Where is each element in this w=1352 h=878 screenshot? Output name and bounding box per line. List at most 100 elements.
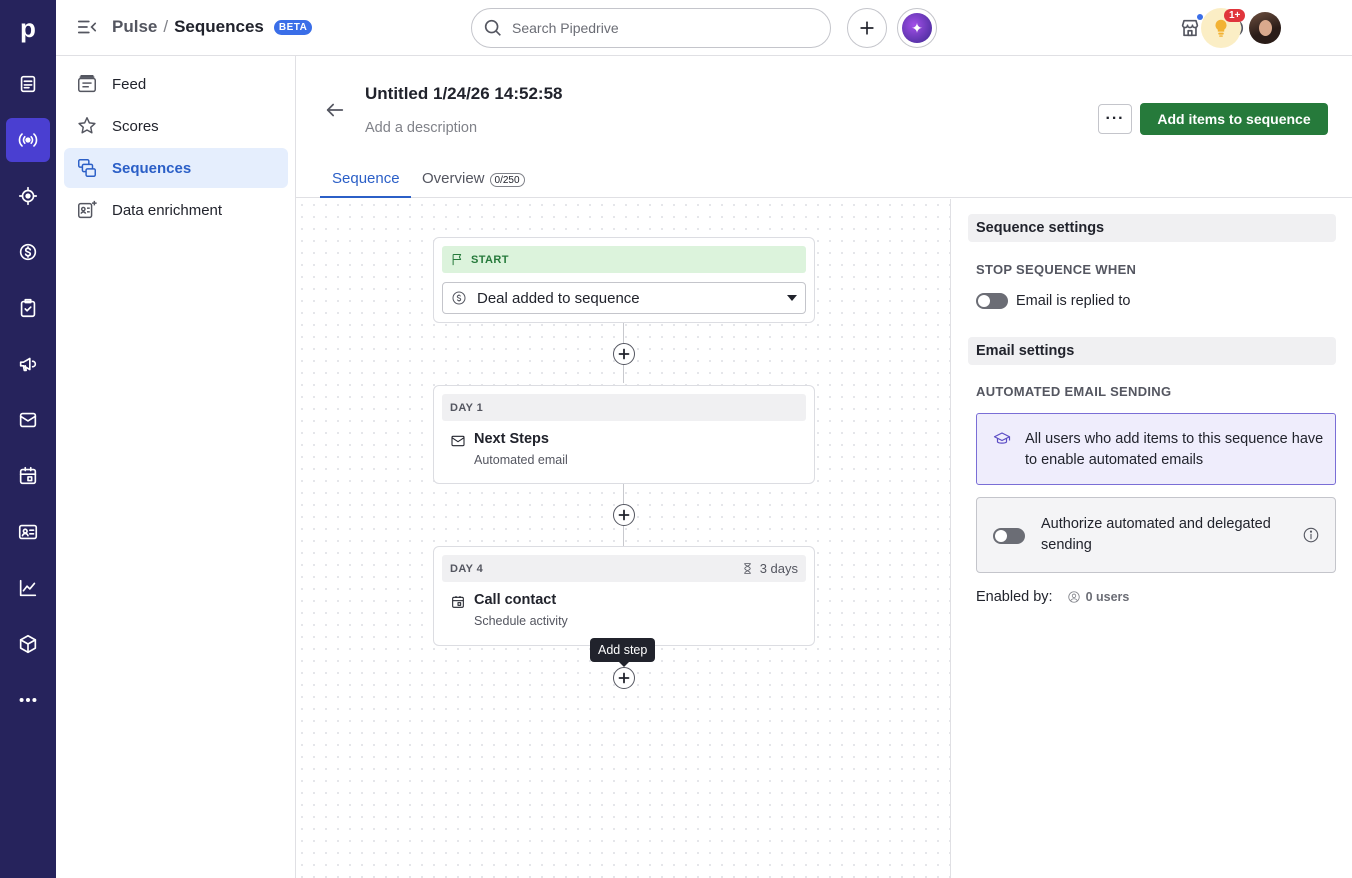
deal-icon — [452, 291, 466, 305]
search-icon — [484, 19, 501, 36]
data-enrichment-icon — [78, 200, 97, 219]
start-label: START — [471, 253, 509, 266]
feed-icon — [78, 75, 96, 93]
tasks-icon[interactable] — [6, 286, 50, 330]
breadcrumb-separator: / — [163, 17, 169, 36]
more-actions-button[interactable]: ··· — [1098, 104, 1132, 134]
tab-bar: Sequence Overview 0/250 — [296, 160, 1352, 198]
step-subtitle: Schedule activity — [474, 614, 568, 628]
enabled-by-label: Enabled by: — [976, 589, 1053, 605]
wait-duration: 3 days — [741, 561, 798, 576]
sidebar-item-sequences[interactable]: Sequences — [64, 148, 288, 188]
deals-icon[interactable] — [6, 230, 50, 274]
sequence-title[interactable]: Untitled 1/24/26 14:52:58 — [365, 84, 562, 104]
start-card: START Deal added to sequence — [433, 237, 815, 323]
overview-count-badge: 0/250 — [489, 173, 525, 187]
sidebar-item-label: Sequences — [112, 159, 192, 177]
tab-label: Overview — [422, 170, 485, 187]
sidebar-item-label: Scores — [112, 117, 159, 135]
step-title: Call contact — [474, 592, 557, 608]
settings-panel: Sequence settings STOP SEQUENCE WHEN Ema… — [952, 199, 1352, 878]
tab-label: Sequence — [332, 170, 400, 187]
graduation-cap-icon — [993, 432, 1011, 444]
day-label: DAY 4 — [450, 562, 484, 575]
stop-sequence-label: STOP SEQUENCE WHEN — [976, 262, 1137, 277]
email-replied-toggle[interactable] — [976, 293, 1008, 309]
focus-icon[interactable] — [6, 174, 50, 218]
mail-icon — [451, 435, 465, 447]
plus-icon — [860, 21, 874, 35]
beta-badge: BETA — [273, 19, 313, 35]
app-rail: p — [0, 0, 56, 878]
description-field[interactable]: Add a description — [365, 120, 477, 136]
pipedrive-logo[interactable]: p — [0, 0, 56, 56]
back-arrow-icon[interactable] — [324, 99, 348, 123]
breadcrumb-parent[interactable]: Pulse — [112, 17, 157, 37]
sparkle-icon: ✦ — [902, 13, 932, 43]
authorize-sending-toggle[interactable] — [993, 528, 1025, 544]
enabled-users[interactable]: 0 users — [1067, 590, 1130, 604]
products-icon[interactable] — [6, 622, 50, 666]
plus-icon — [618, 348, 630, 360]
authorize-sending-box: Authorize automated and delegated sendin… — [976, 497, 1336, 573]
plus-icon — [618, 509, 630, 521]
step-card[interactable]: DAY 1 Next Steps Automated email — [433, 385, 815, 484]
day-label: DAY 1 — [450, 401, 484, 414]
pulse-icon[interactable] — [6, 118, 50, 162]
calendar-icon[interactable] — [6, 454, 50, 498]
sequence-settings-header: Sequence settings — [968, 214, 1336, 242]
sequence-canvas[interactable]: START Deal added to sequence DAY 1 Next … — [296, 199, 951, 878]
insights-icon[interactable] — [6, 566, 50, 610]
tab-overview[interactable]: Overview 0/250 — [422, 160, 525, 198]
info-icon[interactable] — [1302, 526, 1320, 544]
add-step-button[interactable] — [613, 504, 635, 526]
flag-icon — [452, 254, 462, 266]
info-text: All users who add items to this sequence… — [1025, 431, 1324, 468]
breadcrumb-current: Sequences — [174, 17, 264, 36]
pulse-sidebar: Feed Scores Sequences Data enrichment — [56, 56, 296, 878]
leads-icon[interactable] — [6, 62, 50, 106]
sidebar-item-label: Feed — [112, 75, 147, 93]
hourglass-icon — [743, 563, 751, 574]
tab-sequence[interactable]: Sequence — [320, 160, 411, 198]
trigger-select[interactable]: Deal added to sequence — [442, 282, 806, 314]
more-icon[interactable] — [6, 678, 50, 722]
quick-add-button[interactable] — [847, 8, 887, 48]
collapse-menu-icon[interactable] — [76, 16, 100, 40]
mail-icon[interactable] — [6, 398, 50, 442]
campaigns-icon[interactable] — [6, 342, 50, 386]
email-settings-header: Email settings — [968, 337, 1336, 365]
trigger-value: Deal added to sequence — [477, 289, 640, 307]
sidebar-item-label: Data enrichment — [112, 201, 223, 219]
email-replied-label: Email is replied to — [1016, 293, 1131, 309]
authorize-sending-label: Authorize automated and delegated sendin… — [1041, 516, 1271, 553]
plus-icon — [618, 672, 630, 684]
enabled-users-count: 0 users — [1085, 590, 1130, 604]
search-input[interactable] — [512, 20, 812, 36]
sidebar-item-feed[interactable]: Feed — [64, 64, 288, 104]
ai-assistant-button[interactable]: ✦ — [897, 8, 937, 48]
add-step-button[interactable] — [613, 343, 635, 365]
calendar-icon — [452, 596, 464, 608]
enabled-by: Enabled by: 0 users — [976, 589, 1129, 605]
sidebar-item-scores[interactable]: Scores — [64, 106, 288, 146]
automated-email-info: All users who add items to this sequence… — [976, 413, 1336, 485]
add-step-button[interactable] — [613, 667, 635, 689]
start-header: START — [442, 246, 806, 273]
sequences-icon — [78, 159, 96, 177]
step-day-header: DAY 4 3 days — [442, 555, 806, 582]
add-items-to-sequence-button[interactable]: Add items to sequence — [1140, 103, 1328, 135]
marketplace-icon[interactable] — [1176, 14, 1204, 42]
contacts-icon[interactable] — [6, 510, 50, 554]
automated-sending-label: AUTOMATED EMAIL SENDING — [976, 384, 1172, 399]
user-avatar[interactable] — [1249, 12, 1281, 44]
step-title: Next Steps — [474, 431, 549, 447]
user-icon — [1067, 591, 1080, 603]
step-card[interactable]: DAY 4 3 days Call contact Schedule activ… — [433, 546, 815, 646]
sidebar-item-data-enrichment[interactable]: Data enrichment — [64, 190, 288, 230]
search-box[interactable] — [471, 8, 831, 48]
step-subtitle: Automated email — [474, 453, 568, 467]
notification-badge: 1+ — [1224, 9, 1246, 22]
breadcrumb: Pulse / Sequences BETA — [112, 17, 313, 37]
step-day-header: DAY 1 — [442, 394, 806, 421]
